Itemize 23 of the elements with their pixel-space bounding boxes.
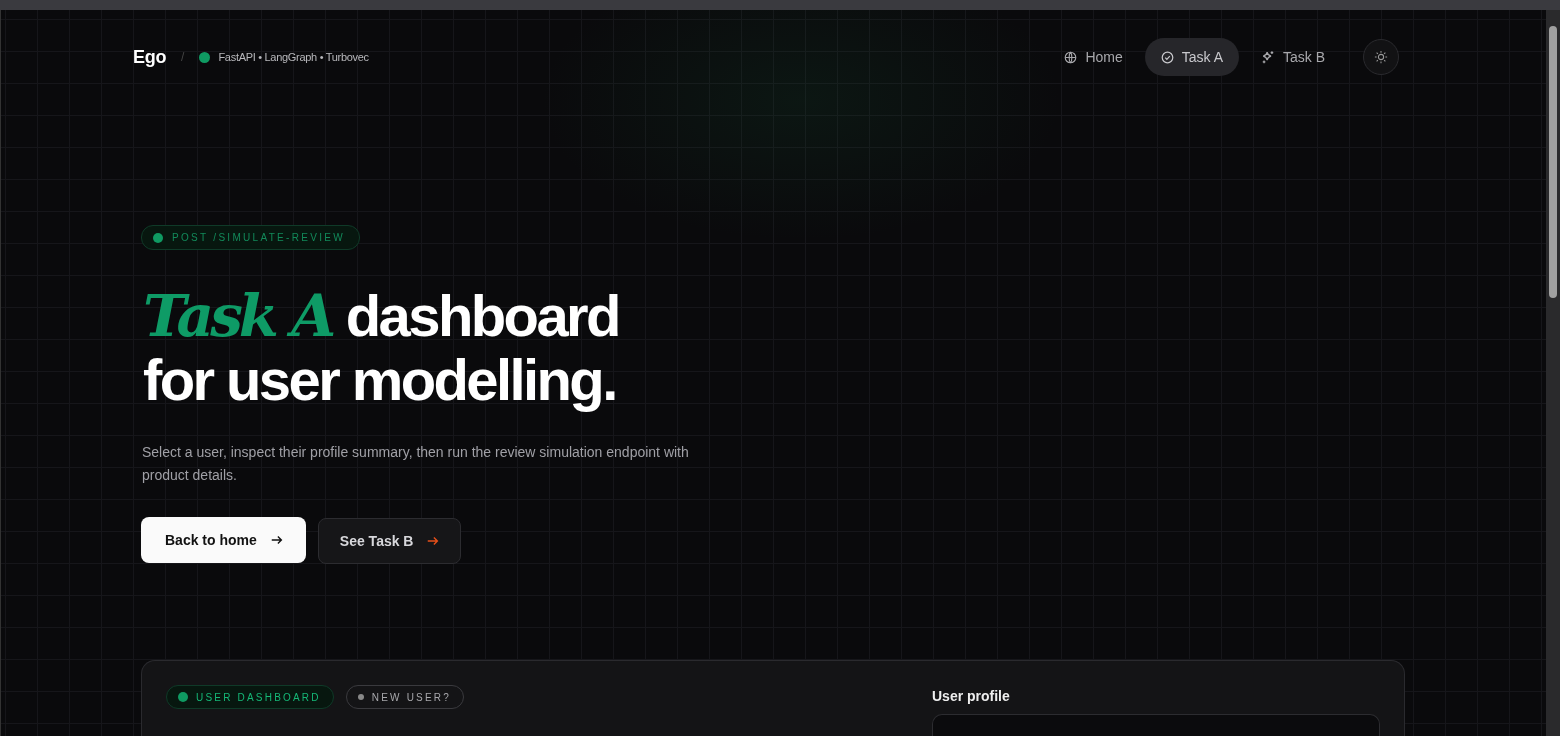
- page-heading: Task A dashboard for user modelling.: [143, 284, 620, 412]
- nav-link[interactable]: Home: [1048, 38, 1139, 76]
- globe-icon: [1064, 50, 1078, 64]
- link-button[interactable]: Back to home: [141, 517, 306, 563]
- nav-link[interactable]: Task A: [1144, 38, 1239, 76]
- scrollbar-thumb[interactable]: [1549, 26, 1557, 298]
- arrow-right-icon: [269, 533, 284, 547]
- status-dot: [153, 232, 163, 243]
- sparkle-icon: [1261, 50, 1275, 64]
- user-profile-label: User profile: [932, 688, 1011, 704]
- filter-tag[interactable]: USER DASHBOARD: [166, 685, 334, 709]
- check-circle-icon: [1160, 50, 1174, 64]
- theme-toggle-button[interactable]: [1363, 39, 1399, 75]
- link-button[interactable]: See Task B: [317, 518, 462, 564]
- page-description: Select a user, inspect their profile summary, then run the review simulation endpoint with product details.: [142, 443, 690, 485]
- status-dot: [199, 51, 211, 63]
- arrow-right-icon: [426, 534, 441, 548]
- endpoint-badge: POST /SIMULATE-REVIEW: [141, 225, 360, 250]
- breadcrumb-separator: /: [181, 50, 185, 64]
- sun-icon: [1374, 50, 1388, 64]
- tech-stack-label: FastAPI • LangGraph • Turbovec: [218, 51, 369, 63]
- nav-link[interactable]: Task B: [1245, 38, 1341, 76]
- brand-name[interactable]: Ego: [133, 46, 167, 68]
